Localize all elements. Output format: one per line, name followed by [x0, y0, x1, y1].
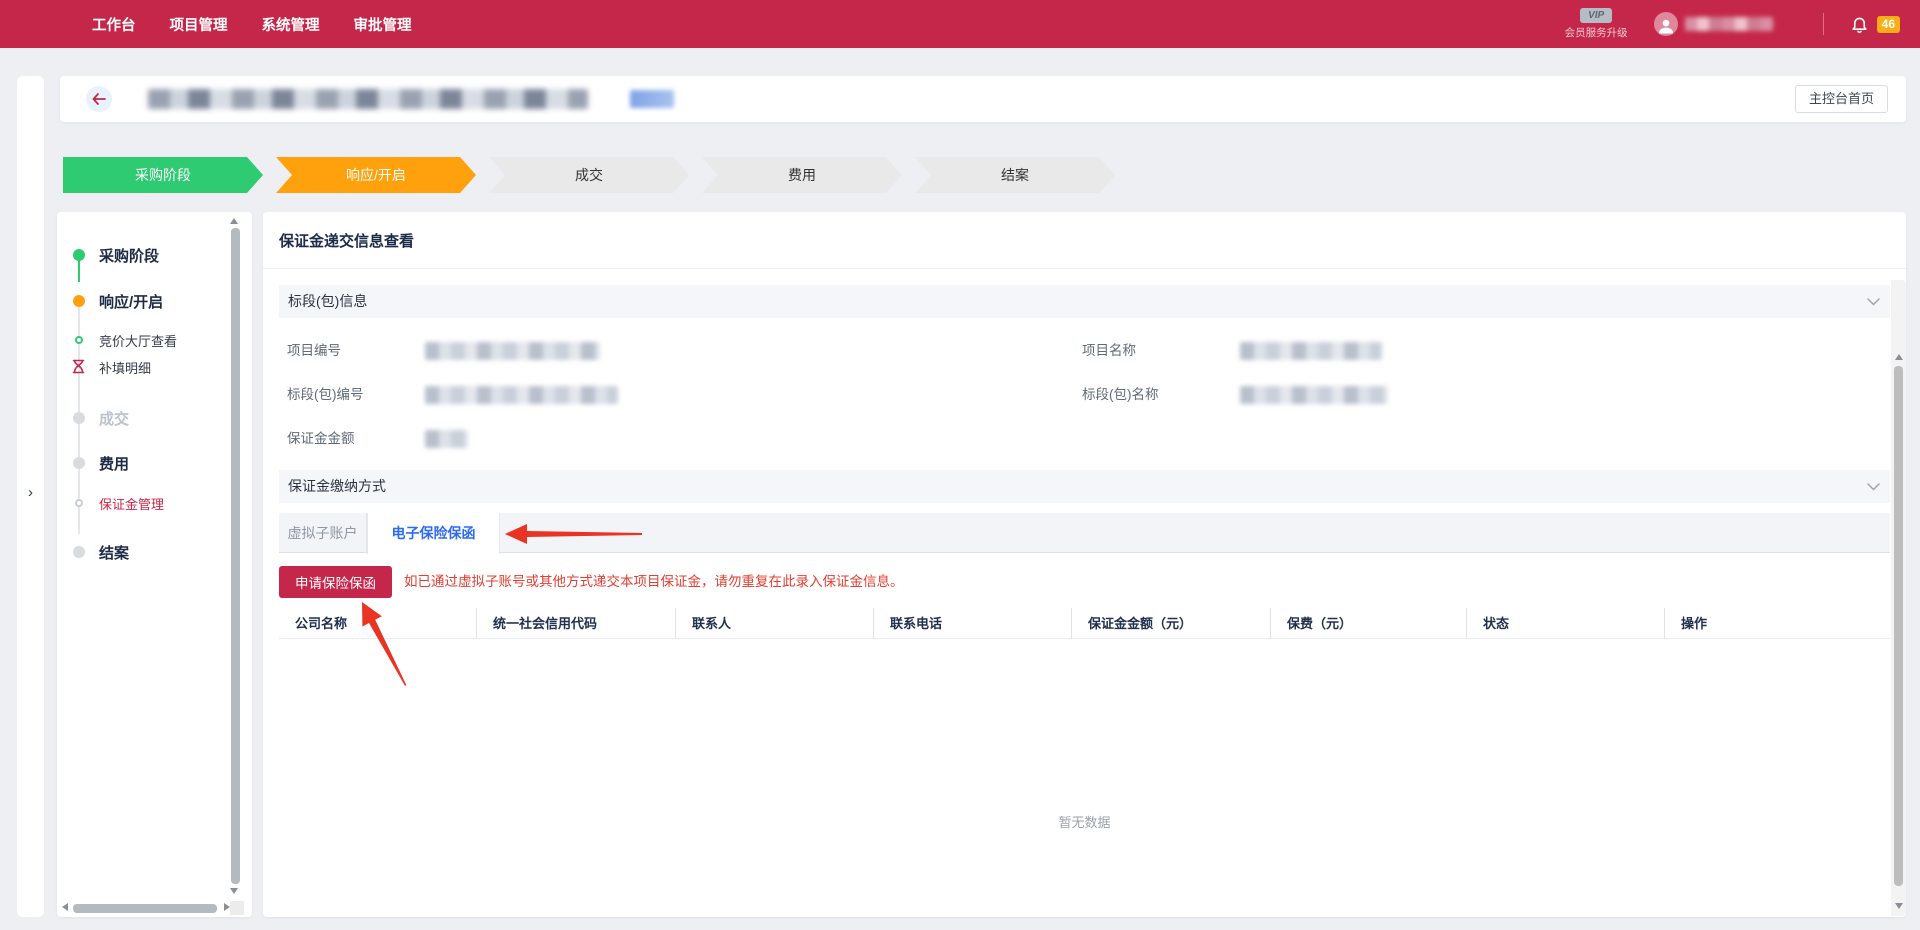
notification-count-badge[interactable]: 46: [1877, 16, 1900, 33]
left-collapse-strip: ›: [17, 76, 44, 917]
sidebar-item-response-open[interactable]: 响应/开启: [57, 289, 252, 313]
vip-caption: 会员服务升级: [1565, 25, 1628, 40]
navbar-right: VIP 会员服务升级 46: [1565, 0, 1900, 48]
navbar-divider: [1823, 13, 1824, 35]
top-navbar: 工作台 项目管理 系统管理 审批管理 VIP 会员服务升级 46: [0, 0, 1920, 48]
payment-tabs: 虚拟子账户 电子保险保函: [279, 513, 1890, 553]
column-actions: 操作: [1664, 608, 1890, 639]
gray-ring-icon: [75, 499, 83, 507]
sidebar-item-procurement-stage[interactable]: 采购阶段: [57, 243, 252, 267]
vip-icon: VIP: [1580, 8, 1612, 23]
divider: [263, 268, 1906, 269]
main-panel: 保证金递交信息查看 标段(包)信息 项目编号 项目名称 标段(包)编号 标段(包…: [263, 212, 1906, 917]
person-icon: [1656, 16, 1676, 36]
left-arrow-icon: [92, 93, 106, 105]
sidebar-scroll-up-icon[interactable]: [230, 218, 238, 224]
vip-upgrade[interactable]: VIP 会员服务升级: [1565, 8, 1628, 40]
expand-panel-chevron-icon[interactable]: ›: [17, 481, 44, 505]
sidebar-item-closing[interactable]: 结案: [57, 540, 252, 564]
gray-dot-icon: [73, 457, 85, 469]
green-ring-icon: [75, 336, 83, 344]
chevron-down-icon[interactable]: [1867, 483, 1880, 491]
field-value-redacted: [425, 386, 618, 404]
hourglass-icon: [72, 359, 85, 374]
gray-dot-icon: [73, 546, 85, 558]
scrollbar-corner: [230, 901, 244, 915]
step-deal[interactable]: 成交: [489, 157, 689, 193]
column-status: 状态: [1466, 608, 1664, 639]
duplicate-deposit-warning: 如已通过虚拟子账号或其他方式递交本项目保证金，请勿重复在此录入保证金信息。: [404, 566, 904, 598]
menu-approval-management[interactable]: 审批管理: [354, 14, 412, 35]
column-deposit-amount-yuan: 保证金金额（元）: [1071, 608, 1270, 639]
step-response-open[interactable]: 响应/开启: [276, 157, 476, 193]
field-value-redacted: [1240, 342, 1382, 360]
section-bid-package-info: 标段(包)信息: [279, 285, 1890, 318]
field-row: 项目编号 项目名称: [263, 340, 1906, 362]
sidebar-item-deal[interactable]: 成交: [57, 406, 252, 430]
step-closing[interactable]: 结案: [915, 157, 1115, 193]
column-contact-phone: 联系电话: [873, 608, 1071, 639]
field-label-package-no: 标段(包)编号: [287, 384, 364, 406]
step-procurement-stage[interactable]: 采购阶段: [63, 157, 263, 193]
content-vertical-scrollbar[interactable]: [1894, 366, 1903, 886]
page-title: 保证金递交信息查看: [279, 230, 414, 251]
field-row: 保证金金额: [263, 428, 1906, 450]
sidebar-scroll-down-icon[interactable]: [230, 888, 238, 894]
notification-bell-icon[interactable]: [1850, 14, 1869, 34]
scroll-down-icon[interactable]: [1895, 903, 1903, 909]
column-contact-person: 联系人: [675, 608, 873, 639]
field-label-deposit-amount: 保证金金额: [287, 428, 355, 450]
section-deposit-payment-method: 保证金缴纳方式: [279, 470, 1890, 503]
sidebar-item-bidding-hall-view[interactable]: 竞价大厅查看: [57, 328, 252, 352]
stage-sidebar: 采购阶段 响应/开启 竞价大厅查看 补填明细 成交 费用 保证金管理 结案: [57, 212, 252, 917]
sidebar-scroll-left-icon[interactable]: [62, 903, 68, 911]
sidebar-horizontal-scrollbar[interactable]: [73, 904, 217, 913]
user-avatar[interactable]: [1654, 12, 1678, 36]
main-menu: 工作台 项目管理 系统管理 审批管理: [92, 0, 412, 48]
back-button[interactable]: [86, 86, 112, 112]
sidebar-item-supplement-detail[interactable]: 补填明细: [57, 355, 252, 379]
project-title-redacted: [148, 89, 588, 109]
console-home-button[interactable]: 主控台首页: [1795, 85, 1888, 113]
sidebar-vertical-scrollbar[interactable]: [231, 228, 240, 884]
apply-insurance-guarantee-button[interactable]: 申请保险保函: [279, 566, 392, 598]
field-value-redacted: [425, 430, 468, 448]
step-fees[interactable]: 费用: [702, 157, 902, 193]
field-row: 标段(包)编号 标段(包)名称: [263, 384, 1906, 406]
breadcrumb-bar: 主控台首页: [60, 76, 1906, 122]
chevron-down-icon[interactable]: [1867, 298, 1880, 306]
gray-dot-icon: [73, 412, 85, 424]
sidebar-item-deposit-management[interactable]: 保证金管理: [57, 491, 252, 515]
content-scrollbar-track: [1891, 280, 1906, 916]
tab-virtual-sub-account[interactable]: 虚拟子账户: [279, 513, 367, 553]
sidebar-item-fees[interactable]: 费用: [57, 451, 252, 475]
field-label-project-no: 项目编号: [287, 340, 341, 362]
orange-dot-icon: [73, 295, 85, 307]
menu-system-management[interactable]: 系统管理: [262, 14, 320, 35]
column-premium-yuan: 保费（元）: [1270, 608, 1466, 639]
menu-workbench[interactable]: 工作台: [92, 14, 136, 35]
field-label-package-name: 标段(包)名称: [1082, 384, 1159, 406]
column-company-name: 公司名称: [279, 608, 476, 639]
column-credit-code: 统一社会信用代码: [476, 608, 675, 639]
field-value-redacted: [425, 342, 600, 360]
username-redacted: [1685, 17, 1773, 31]
tab-electronic-insurance-guarantee[interactable]: 电子保险保函: [367, 513, 500, 554]
scroll-up-icon[interactable]: [1895, 354, 1903, 360]
table-header-row: 公司名称 统一社会信用代码 联系人 联系电话 保证金金额（元） 保费（元） 状态…: [279, 608, 1890, 639]
table-empty-state: 暂无数据: [279, 812, 1890, 831]
field-value-redacted: [1240, 386, 1388, 404]
field-label-project-name: 项目名称: [1082, 340, 1136, 362]
green-dot-icon: [73, 249, 85, 261]
status-tag-redacted: [630, 90, 674, 108]
menu-project-management[interactable]: 项目管理: [170, 14, 228, 35]
